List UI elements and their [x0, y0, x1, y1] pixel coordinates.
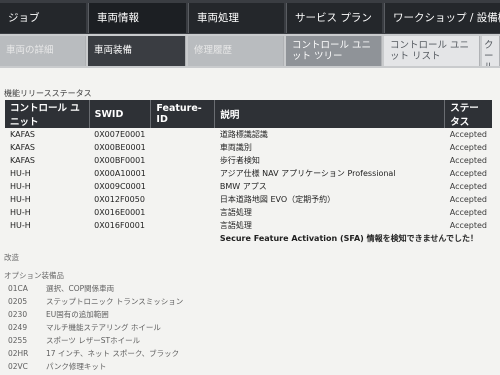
feature-release-title: 機能リリースステータス: [4, 89, 92, 98]
table-header-row: コントロール ユニット SWID Feature-ID 説明 ステータス: [5, 100, 492, 128]
option-description: EU国有の追加範囲: [46, 310, 109, 319]
subtab-control-unit-list[interactable]: コントロール ユニット リスト: [384, 36, 480, 66]
tab-workshop[interactable]: ワークショップ / 設備機: [384, 3, 500, 33]
sub-tab-bar: 車両の詳細 車両装備 修理履歴 コントロール ユニット ツリー コントロール ユ…: [0, 34, 500, 68]
column-header-status[interactable]: ステータス: [444, 100, 492, 128]
table-row: HU-H 0X00A10001 アジア仕様 NAV アプリケーション Profe…: [5, 167, 492, 180]
option-description: マルチ機能ステアリング ホイール: [46, 323, 161, 332]
column-header-feature-id[interactable]: Feature-ID: [150, 100, 216, 128]
cell-feature-id: [151, 141, 215, 154]
cell-unit: KAFAS: [10, 156, 35, 165]
option-description: 選択、COP関係車両: [46, 284, 115, 293]
cell-status: Accepted: [449, 169, 487, 178]
options-title: オプション装備品: [4, 271, 64, 280]
table-row: HU-H 0X016F0001 言語処理 Accepted: [5, 219, 492, 232]
modification-label: 改造: [4, 253, 19, 262]
table-row: HU-H 0X009C0001 BMW アプス Accepted: [5, 180, 492, 193]
cell-swid: 0X012F0050: [94, 195, 145, 204]
cell-feature-id: [151, 193, 215, 206]
tab-service-plan[interactable]: サービス プラン: [286, 3, 382, 33]
subtab-vehicle-details[interactable]: 車両の詳細: [0, 36, 86, 66]
cell-description: 車両識別: [219, 143, 252, 152]
cell-unit: HU-H: [10, 208, 31, 217]
option-code: 0249: [8, 323, 28, 332]
list-item: 02VC パンク修理キット: [8, 361, 106, 372]
option-code: 02VC: [8, 362, 28, 371]
table-row: KAFAS 0X007E0001 道路標識認識 Accepted: [5, 128, 492, 141]
sfa-message-row: Secure Feature Activation (SFA) 情報を検知できま…: [5, 232, 492, 245]
table-row: KAFAS 0X00BE0001 車両識別 Accepted: [5, 141, 492, 154]
cell-swid: 0X016E0001: [94, 208, 146, 217]
cell-feature-id: [151, 206, 215, 219]
column-header-description[interactable]: 説明: [214, 100, 446, 128]
subtab-vehicle-equipment[interactable]: 車両装備: [88, 36, 186, 66]
cell-status: Accepted: [449, 208, 487, 217]
cell-feature-id: [151, 167, 215, 180]
feature-release-table: コントロール ユニット SWID Feature-ID 説明 ステータス KAF…: [5, 100, 492, 245]
cell-swid: 0X00BE0001: [94, 143, 146, 152]
cell-feature-id: [151, 219, 215, 232]
cell-status: Accepted: [449, 221, 487, 230]
option-code: 0255: [8, 336, 28, 345]
column-header-control-unit[interactable]: コントロール ユニット: [5, 100, 90, 128]
option-description: ステップトロニック トランスミッション: [46, 297, 184, 306]
cell-feature-id: [151, 180, 215, 193]
list-item: 02HR 17 インチ、ネット スポーク、ブラック: [8, 348, 179, 359]
cell-swid: 0X009C0001: [94, 182, 146, 191]
cell-feature-id: [151, 154, 215, 167]
list-item: 0249 マルチ機能ステアリング ホイール: [8, 322, 161, 333]
cell-swid: 0X00BF0001: [94, 156, 146, 165]
cell-unit: HU-H: [10, 195, 31, 204]
list-item: 0205 ステップトロニック トランスミッション: [8, 296, 183, 307]
cell-description: アジア仕様 NAV アプリケーション Professional: [219, 169, 396, 178]
subtab-more[interactable]: ク ール: [482, 36, 500, 66]
cell-description: 歩行者検知: [219, 156, 260, 165]
cell-unit: KAFAS: [10, 143, 35, 152]
tab-vehicle-info[interactable]: 車両情報: [88, 3, 186, 33]
option-description: 17 インチ、ネット スポーク、ブラック: [46, 349, 180, 358]
main-tab-bar: ジョブ 車両情報 車両処理 サービス プラン ワークショップ / 設備機: [0, 0, 500, 34]
list-item: 0255 スポーツ レザーSTホイール: [8, 335, 140, 346]
cell-description: 日本道路地図 EVO（定期予約）: [219, 195, 336, 204]
cell-status: Accepted: [449, 195, 487, 204]
cell-unit: KAFAS: [10, 130, 35, 139]
cell-description: 言語処理: [219, 221, 252, 230]
subtab-repair-history[interactable]: 修理履歴: [188, 36, 284, 66]
list-item: 01CA 選択、COP関係車両: [8, 283, 114, 294]
cell-status: Accepted: [449, 130, 487, 139]
cell-status: Accepted: [449, 143, 487, 152]
option-code: 01CA: [8, 284, 28, 293]
table-row: HU-H 0X012F0050 日本道路地図 EVO（定期予約） Accepte…: [5, 193, 492, 206]
option-description: スポーツ レザーSTホイール: [46, 336, 141, 345]
option-code: 0230: [8, 310, 28, 319]
cell-status: Accepted: [449, 156, 487, 165]
sfa-message: Secure Feature Activation (SFA) 情報を検知できま…: [219, 234, 478, 243]
cell-swid: 0X00A10001: [94, 169, 146, 178]
option-code: 02HR: [8, 349, 29, 358]
column-header-swid[interactable]: SWID: [89, 100, 152, 128]
list-item: 0230 EU国有の追加範囲: [8, 309, 109, 320]
cell-description: 道路標識認識: [219, 130, 268, 139]
tab-vehicle-processing[interactable]: 車両処理: [188, 3, 284, 33]
cell-swid: 0X016F0001: [94, 221, 145, 230]
cell-description: 言語処理: [219, 208, 252, 217]
cell-feature-id: [151, 128, 215, 141]
table-row: KAFAS 0X00BF0001 歩行者検知 Accepted: [5, 154, 492, 167]
tab-job[interactable]: ジョブ: [0, 3, 86, 33]
cell-description: BMW アプス: [219, 182, 267, 191]
table-row: HU-H 0X016E0001 言語処理 Accepted: [5, 206, 492, 219]
cell-status: Accepted: [449, 182, 487, 191]
option-description: パンク修理キット: [46, 362, 107, 371]
cell-unit: HU-H: [10, 169, 31, 178]
subtab-control-unit-tree[interactable]: コントロール ユニット ツリー: [286, 36, 382, 66]
cell-unit: HU-H: [10, 182, 31, 191]
cell-unit: HU-H: [10, 221, 31, 230]
option-code: 0205: [8, 297, 28, 306]
cell-swid: 0X007E0001: [94, 130, 146, 139]
